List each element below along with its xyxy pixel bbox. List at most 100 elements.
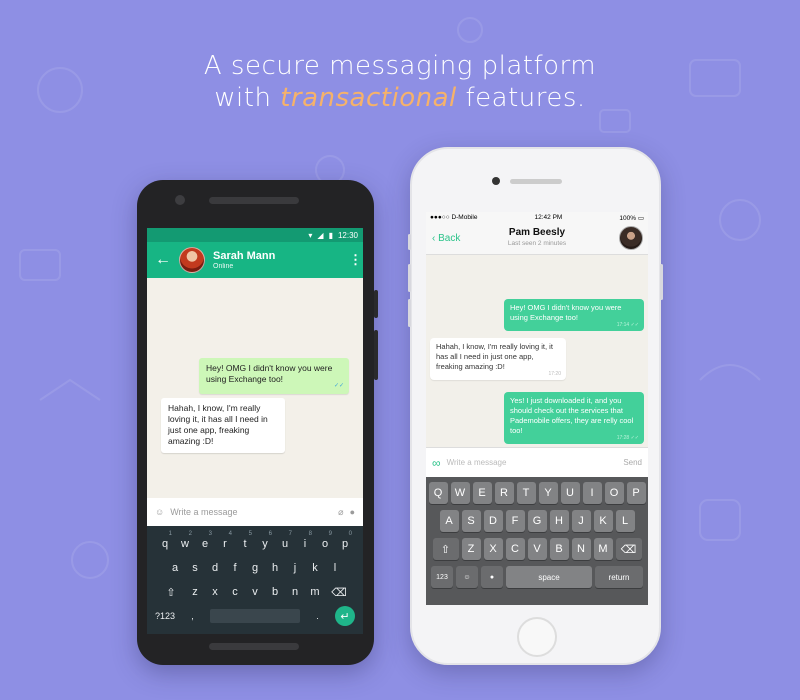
shift-icon[interactable]: ⇧ — [157, 586, 185, 599]
backspace-icon[interactable]: ⌫ — [325, 586, 353, 599]
key-u[interactable]: 7u — [275, 531, 295, 550]
key-b[interactable]: B — [549, 538, 569, 560]
space-key[interactable]: space — [506, 566, 592, 588]
contact-name: Pam Beesly — [508, 227, 566, 238]
volume-up-button — [408, 264, 411, 292]
key-y[interactable]: 6y — [255, 531, 275, 550]
avatar[interactable] — [179, 247, 205, 273]
key-k[interactable]: K — [593, 510, 613, 532]
key-r[interactable]: R — [494, 482, 514, 504]
key-i[interactable]: I — [582, 482, 602, 504]
iphone-screen: ●●●○○ D-Mobile 12:42 PM 100% ▭ ‹ Back Pa… — [426, 212, 648, 605]
key-o[interactable]: 9o — [315, 531, 335, 550]
android-status-bar: ▾ ◢ ▮ 12:30 — [147, 228, 363, 242]
avatar[interactable] — [619, 226, 643, 250]
key-b[interactable]: b — [265, 586, 285, 598]
back-arrow-icon[interactable]: ← — [155, 251, 175, 269]
android-speaker-bottom — [209, 643, 299, 650]
key-t[interactable]: T — [516, 482, 536, 504]
key-v[interactable]: V — [527, 538, 547, 560]
key-x[interactable]: X — [483, 538, 503, 560]
message-time: 17:28 ✓✓ — [616, 435, 639, 441]
key-j[interactable]: j — [285, 562, 305, 574]
key-a[interactable]: a — [165, 562, 185, 574]
key-n[interactable]: n — [285, 586, 305, 598]
android-phone: ▾ ◢ ▮ 12:30 ← Sarah Mann Online ⋮ Hey! O… — [137, 180, 378, 665]
message-bubble-outgoing: Hey! OMG I didn't know you were using Ex… — [199, 358, 349, 394]
message-input[interactable]: Write a message — [447, 458, 618, 467]
key-f[interactable]: f — [225, 562, 245, 574]
key-k[interactable]: k — [305, 562, 325, 574]
headline-highlight: transactional — [280, 83, 457, 113]
message-input[interactable]: Write a message — [170, 507, 332, 517]
key-l[interactable]: l — [325, 562, 345, 574]
return-key[interactable]: return — [595, 566, 643, 588]
iphone: ●●●○○ D-Mobile 12:42 PM 100% ▭ ‹ Back Pa… — [408, 147, 663, 665]
carrier-label: ●●●○○ D-Mobile — [430, 214, 478, 221]
android-camera — [175, 195, 185, 205]
key-f[interactable]: F — [505, 510, 525, 532]
key-p[interactable]: P — [626, 482, 646, 504]
key-s[interactable]: S — [461, 510, 481, 532]
key-m[interactable]: m — [305, 586, 325, 598]
microphone-icon[interactable]: ● — [350, 507, 355, 517]
key-w[interactable]: 2w — [175, 531, 195, 550]
keyboard-row-3: ⇧ Z X C V B N M ⌫ — [428, 538, 646, 560]
key-a[interactable]: A — [439, 510, 459, 532]
space-key[interactable] — [210, 609, 301, 623]
key-d[interactable]: d — [205, 562, 225, 574]
symbols-key[interactable]: ?123 — [155, 611, 175, 621]
send-button[interactable]: Send — [623, 458, 642, 467]
key-o[interactable]: O — [604, 482, 624, 504]
key-p[interactable]: 0p — [335, 531, 355, 550]
key-j[interactable]: J — [571, 510, 591, 532]
shift-icon[interactable]: ⇧ — [432, 538, 459, 560]
keyboard-row-4: 123 ☺ ● space return — [428, 566, 646, 588]
key-s[interactable]: s — [185, 562, 205, 574]
headline: A secure messaging platform with transac… — [0, 50, 800, 114]
comma-key[interactable]: , — [191, 611, 194, 621]
message-text: Hahah, I know, I'm really loving it, it … — [436, 342, 553, 371]
backspace-icon[interactable]: ⌫ — [615, 538, 642, 560]
more-options-icon[interactable]: ⋮ — [349, 252, 362, 268]
key-z[interactable]: Z — [461, 538, 481, 560]
numbers-key[interactable]: 123 — [431, 566, 453, 588]
key-m[interactable]: M — [593, 538, 613, 560]
key-y[interactable]: Y — [538, 482, 558, 504]
message-bubble-outgoing: Yes! I just downloaded it, and you shoul… — [504, 392, 644, 444]
key-e[interactable]: 3e — [195, 531, 215, 550]
infinity-icon[interactable]: ∞ — [432, 456, 441, 470]
microphone-icon[interactable]: ● — [481, 566, 503, 588]
key-t[interactable]: 5t — [235, 531, 255, 550]
key-n[interactable]: N — [571, 538, 591, 560]
key-h[interactable]: H — [549, 510, 569, 532]
key-v[interactable]: v — [245, 586, 265, 598]
key-e[interactable]: E — [472, 482, 492, 504]
key-g[interactable]: G — [527, 510, 547, 532]
android-power-button — [374, 330, 378, 380]
keyboard-row-4: ?123 , . ↵ — [147, 604, 363, 628]
key-q[interactable]: 1q — [155, 531, 175, 550]
contact-info[interactable]: Sarah Mann Online — [213, 250, 349, 270]
key-h[interactable]: h — [265, 562, 285, 574]
key-l[interactable]: L — [615, 510, 635, 532]
emoji-icon[interactable]: ☺ — [155, 507, 164, 517]
enter-icon[interactable]: ↵ — [335, 606, 355, 626]
key-c[interactable]: C — [505, 538, 525, 560]
key-c[interactable]: c — [225, 586, 245, 598]
emoji-icon[interactable]: ☺ — [456, 566, 478, 588]
key-i[interactable]: 8i — [295, 531, 315, 550]
key-x[interactable]: x — [205, 586, 225, 598]
key-z[interactable]: z — [185, 586, 205, 598]
key-g[interactable]: g — [245, 562, 265, 574]
attach-icon[interactable]: ⌀ — [338, 507, 343, 518]
key-r[interactable]: 4r — [215, 531, 235, 550]
key-d[interactable]: D — [483, 510, 503, 532]
home-button[interactable] — [517, 617, 557, 657]
message-text: Hey! OMG I didn't know you were using Ex… — [206, 363, 333, 384]
key-u[interactable]: U — [560, 482, 580, 504]
contact-status: Online — [213, 263, 234, 270]
key-q[interactable]: Q — [428, 482, 448, 504]
key-w[interactable]: W — [450, 482, 470, 504]
period-key[interactable]: . — [316, 611, 319, 621]
